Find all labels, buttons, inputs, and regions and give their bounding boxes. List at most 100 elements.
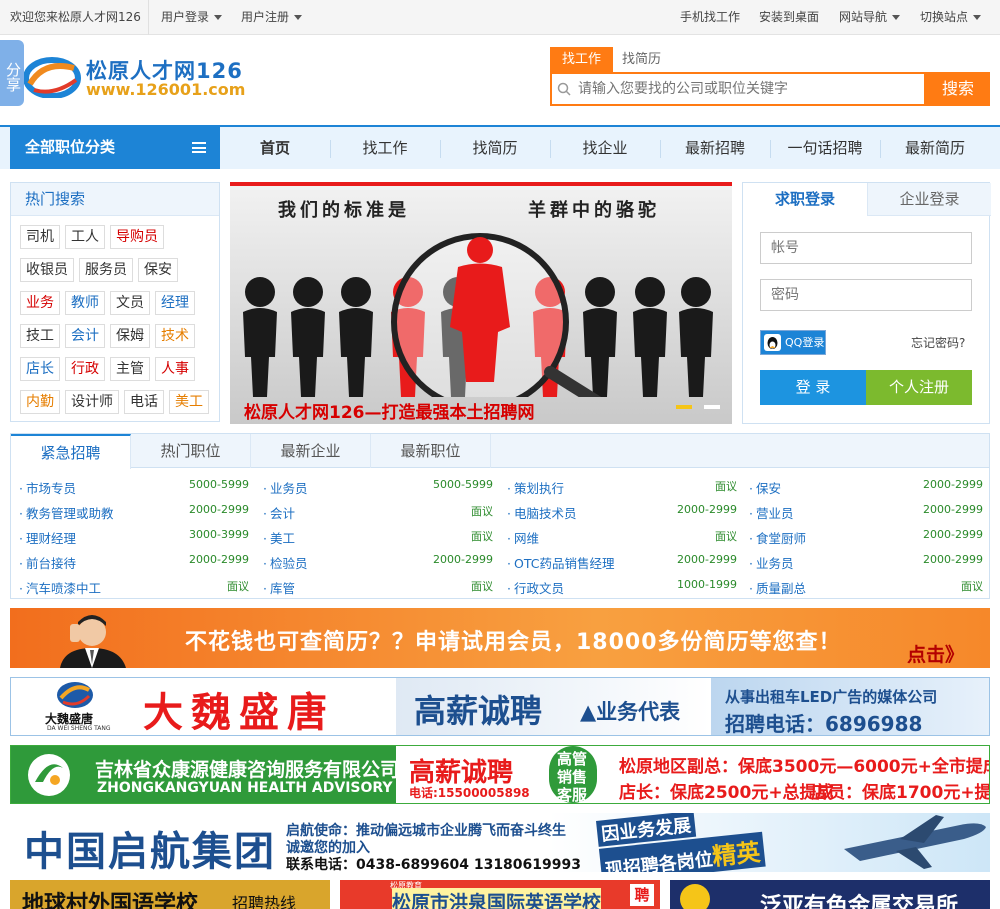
job-title[interactable]: 策划执行 [514,481,564,496]
hot-tag[interactable]: 内勤 [20,390,60,414]
job-row[interactable]: · 美工 面议 [263,528,495,547]
forgot-password-link[interactable]: 忘记密码? [911,334,965,351]
job-row[interactable]: · 汽车喷漆中工 面议 [19,578,251,597]
hot-tag[interactable]: 行政 [65,357,105,381]
hot-tag[interactable]: 人事 [155,357,195,381]
job-title[interactable]: 业务员 [756,556,794,571]
job-row[interactable]: · 前台接待 2000-2999 [19,553,251,572]
ad-hongquan-school[interactable]: 松原教育 松原市洪泉国际英语学校 聘 [340,880,660,909]
register-button[interactable]: 个人注册 [866,370,972,405]
nav-latest-jobs[interactable]: 最新招聘 [660,125,770,169]
ad-zhongkangyuan[interactable]: 吉林省众康源健康咨询服务有限公司 ZHONGKANGYUAN HEALTH AD… [10,745,990,804]
search-input[interactable] [552,74,924,104]
hot-tag[interactable]: 保姆 [110,324,150,348]
hot-tag[interactable]: 美工 [169,390,209,414]
job-title[interactable]: 行政文员 [514,581,564,596]
nav-find-resume[interactable]: 找简历 [440,125,550,169]
qq-login-button[interactable]: QQ登录 [760,330,826,355]
carousel-dot[interactable] [704,405,720,409]
carousel-dot-active[interactable] [676,405,692,409]
job-title[interactable]: 前台接待 [26,556,76,571]
ad-earth-village-school[interactable]: 地球村外国语学校 招聘热线 [10,880,330,909]
job-title[interactable]: 网维 [514,531,539,546]
tab-find-job[interactable]: 找工作 [550,47,614,72]
hot-tag[interactable]: 会计 [65,324,105,348]
hot-tag[interactable]: 设计师 [65,390,119,414]
switch-site-menu[interactable]: 切换站点 [920,0,982,35]
job-title[interactable]: 食堂厨师 [756,531,806,546]
user-login-menu[interactable]: 用户登录 [161,0,223,35]
job-title[interactable]: 会计 [270,506,295,521]
share-tab[interactable]: 分享 [0,40,24,106]
site-logo[interactable]: 松原人才网126 www.126001.com [24,52,274,107]
job-row[interactable]: · 检验员 2000-2999 [263,553,495,572]
ad-resume-trial[interactable]: 不花钱也可查简历？？申请试用会员，18000多份简历等您查！ 点击》 [10,608,990,668]
tab-jobseeker-login[interactable]: 求职登录 [743,183,867,216]
job-row[interactable]: · 质量副总 面议 [749,578,983,597]
job-row[interactable]: · 市场专员 5000-5999 [19,478,251,497]
job-row[interactable]: · 库管 面议 [263,578,495,597]
job-row[interactable]: · 保安 2000-2999 [749,478,983,497]
ad-pan-asia-exchange[interactable]: 泛亚有色金属交易所 [670,880,990,909]
hot-tag[interactable]: 工人 [65,225,105,249]
tab-company-login[interactable]: 企业登录 [867,183,991,216]
job-row[interactable]: · 行政文员 1000-1999 [507,578,739,597]
site-nav-menu[interactable]: 网站导航 [839,0,901,35]
tab-latest-positions[interactable]: 最新职位 [371,434,491,468]
nav-one-line-jobs[interactable]: 一句话招聘 [770,125,880,169]
install-desktop-link[interactable]: 安装到桌面 [759,0,819,35]
job-row[interactable]: · 业务员 5000-5999 [263,478,495,497]
job-row[interactable]: · 营业员 2000-2999 [749,503,983,522]
job-title[interactable]: 理财经理 [26,531,76,546]
hot-tag[interactable]: 经理 [155,291,195,315]
search-button[interactable]: 搜索 [926,72,990,106]
hot-tag[interactable]: 司机 [20,225,60,249]
job-title[interactable]: 教务管理或助教 [26,506,114,521]
tab-latest-companies[interactable]: 最新企业 [251,434,371,468]
job-title[interactable]: 检验员 [270,556,308,571]
hot-tag[interactable]: 电话 [124,390,164,414]
all-categories-button[interactable]: 全部职位分类 [10,125,220,169]
ad-dawei-shengtang[interactable]: 大魏盛唐 DA WEI SHENG TANG 大魏盛唐 高薪诚聘 ▲业务代表 从… [10,677,990,736]
job-title[interactable]: 市场专员 [26,481,76,496]
hot-tag[interactable]: 文员 [110,291,150,315]
nav-find-company[interactable]: 找企业 [550,125,660,169]
job-row[interactable]: · 电脑技术员 2000-2999 [507,503,739,522]
ad-qihang-group[interactable]: 中国启航集团 启航使命：推动偏远城市企业腾飞而奋斗终生 诚邀您的加入 联系电话：… [10,813,990,872]
hot-tag[interactable]: 技工 [20,324,60,348]
hot-tag[interactable]: 收银员 [20,258,74,282]
job-title[interactable]: 美工 [270,531,295,546]
nav-find-job[interactable]: 找工作 [330,125,440,169]
hot-tag[interactable]: 业务 [20,291,60,315]
job-row[interactable]: · 会计 面议 [263,503,495,522]
hot-tag[interactable]: 服务员 [79,258,133,282]
nav-latest-resumes[interactable]: 最新简历 [880,125,990,169]
job-title[interactable]: 营业员 [756,506,794,521]
hot-tag[interactable]: 店长 [20,357,60,381]
tab-hot-positions[interactable]: 热门职位 [131,434,251,468]
hot-tag[interactable]: 教师 [65,291,105,315]
account-input[interactable] [761,233,971,263]
password-input[interactable] [761,280,971,310]
hot-tag[interactable]: 主管 [110,357,150,381]
job-title[interactable]: 库管 [270,581,295,596]
job-title[interactable]: 电脑技术员 [514,506,577,521]
hot-tag[interactable]: 技术 [155,324,195,348]
job-title[interactable]: 保安 [756,481,781,496]
promo-banner[interactable]: 我们的标准是 羊群中的骆驼 松原人才网126—打造最强本土招聘网 [230,182,732,424]
job-row[interactable]: · 网维 面议 [507,528,739,547]
hot-tag[interactable]: 保安 [138,258,178,282]
login-button[interactable]: 登 录 [760,370,866,405]
job-row[interactable]: · 策划执行 面议 [507,478,739,497]
job-title[interactable]: 质量副总 [756,581,806,596]
tab-urgent-jobs[interactable]: 紧急招聘 [11,434,131,469]
job-title[interactable]: 汽车喷漆中工 [26,581,101,596]
hot-tag[interactable]: 导购员 [110,225,164,249]
user-register-menu[interactable]: 用户注册 [241,0,303,35]
job-row[interactable]: · OTC药品销售经理 2000-2999 [507,553,739,572]
job-title[interactable]: 业务员 [270,481,308,496]
job-row[interactable]: · 食堂厨师 2000-2999 [749,528,983,547]
job-row[interactable]: · 业务员 2000-2999 [749,553,983,572]
mobile-jobs-link[interactable]: 手机找工作 [680,0,740,35]
job-row[interactable]: · 教务管理或助教 2000-2999 [19,503,251,522]
